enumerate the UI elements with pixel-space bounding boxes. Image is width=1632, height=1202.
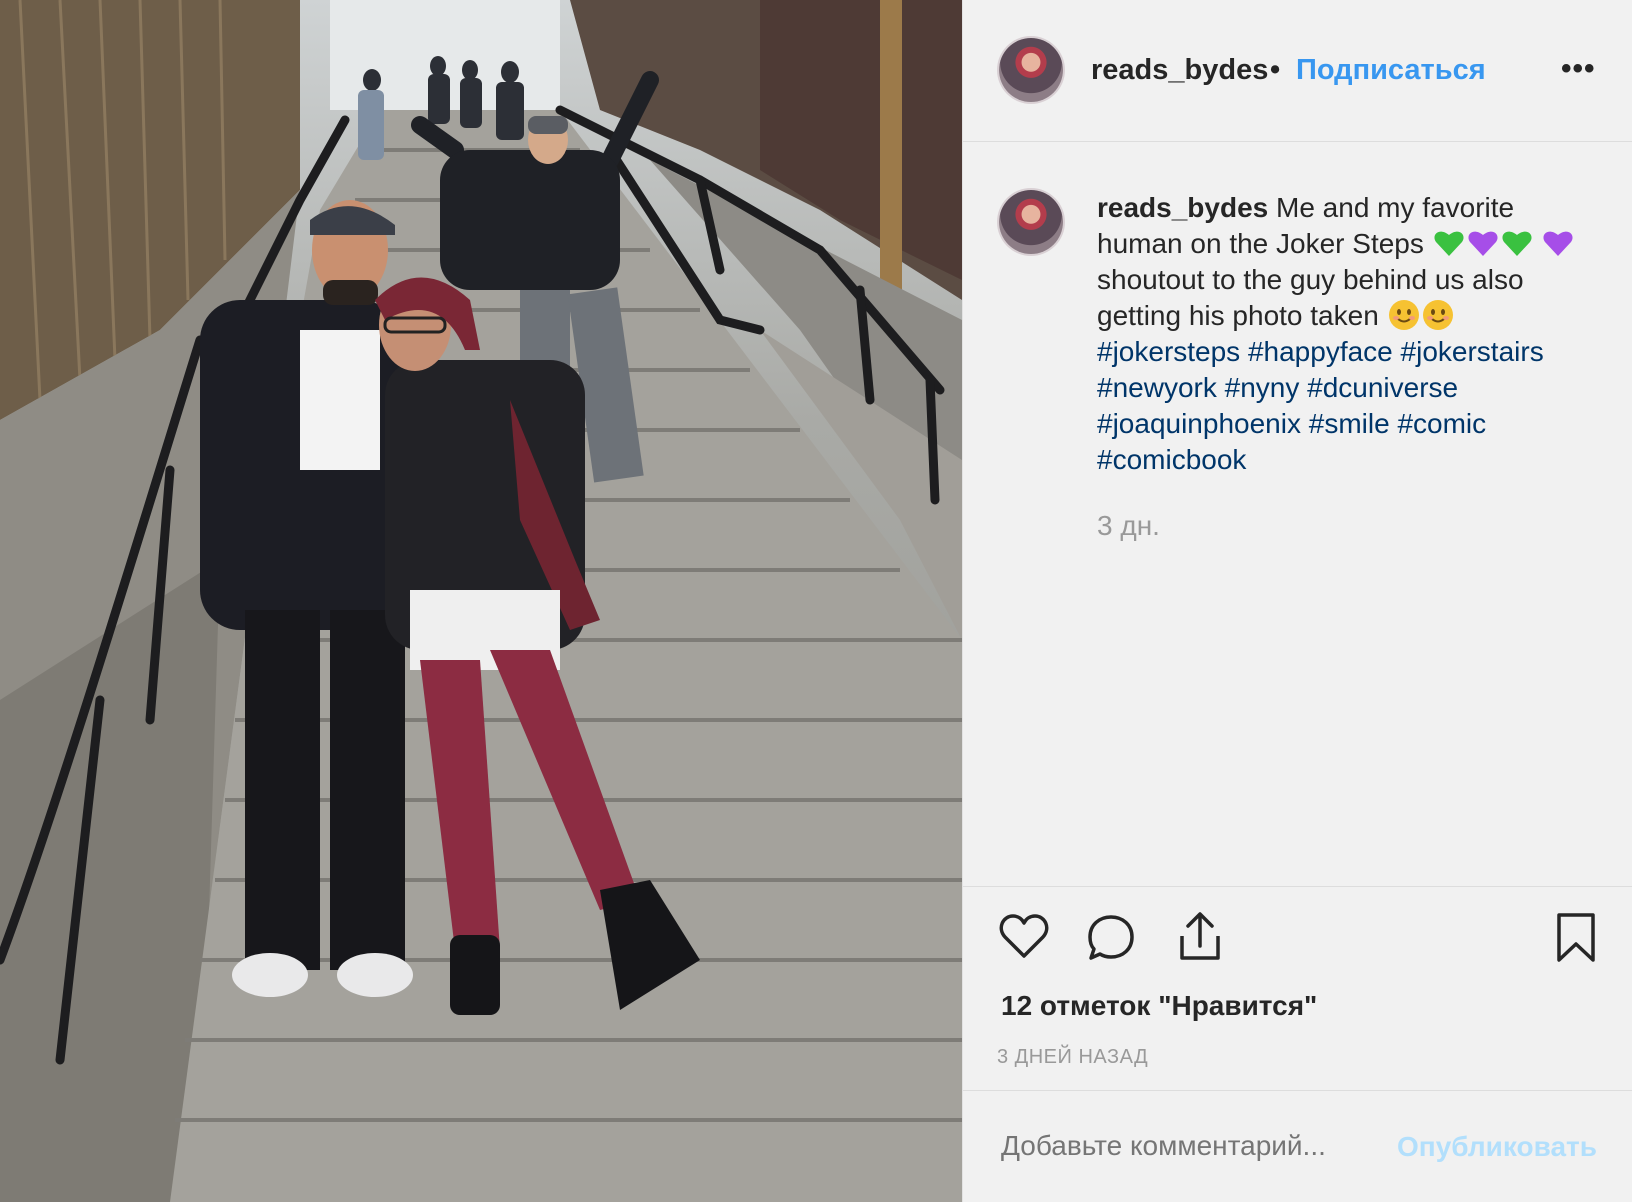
comment-input[interactable]	[1001, 1130, 1381, 1162]
divider	[963, 1090, 1632, 1091]
hashtag-link[interactable]: #jokerstairs	[1401, 336, 1544, 367]
smiling-face-icon	[1422, 300, 1453, 330]
comment-icon[interactable]	[1087, 914, 1135, 962]
heart-icon[interactable]	[999, 914, 1049, 960]
follow-button[interactable]: Подписаться	[1296, 54, 1486, 87]
posted-ago[interactable]: 3 ДНЕЙ НАЗАД	[997, 1046, 1148, 1069]
divider	[963, 886, 1632, 887]
hashtag-link[interactable]: #comic	[1397, 408, 1486, 439]
hashtag-link[interactable]: #smile	[1309, 408, 1390, 439]
caption-username[interactable]: reads_bydes	[1097, 192, 1268, 223]
post-dialog: reads_bydes • Подписаться ••• reads_byde…	[0, 0, 1632, 1202]
post-caption: reads_bydes Me and my favorite human on …	[1097, 190, 1597, 478]
photo-illustration	[0, 0, 962, 1202]
hashtag-link[interactable]: #comicbook	[1097, 444, 1246, 475]
avatar[interactable]	[999, 38, 1063, 102]
post-header: reads_bydes • Подписаться •••	[963, 0, 1632, 142]
caption-text-2: shoutout to the guy behind us also getti…	[1097, 264, 1524, 331]
more-options-icon[interactable]: •••	[1561, 52, 1596, 86]
green-heart-icon	[1434, 231, 1464, 256]
hashtag-link[interactable]: #newyork	[1097, 372, 1217, 403]
green-heart-icon	[1502, 231, 1532, 256]
post-side-panel: reads_bydes • Подписаться ••• reads_byde…	[962, 0, 1632, 1202]
hashtag-link[interactable]: #jokersteps	[1097, 336, 1240, 367]
hashtag-link[interactable]: #joaquinphoenix	[1097, 408, 1301, 439]
caption-avatar[interactable]	[999, 190, 1063, 254]
publish-button[interactable]: Опубликовать	[1397, 1131, 1597, 1163]
hashtag-link[interactable]: #dcuniverse	[1307, 372, 1458, 403]
caption-timestamp[interactable]: 3 дн.	[1097, 510, 1160, 542]
purple-heart-icon	[1543, 231, 1573, 256]
likes-count[interactable]: 12 отметок "Нравится"	[1001, 990, 1317, 1022]
post-photo[interactable]	[0, 0, 962, 1202]
smiling-face-icon	[1388, 300, 1419, 330]
separator-dot: •	[1270, 54, 1281, 86]
author-username[interactable]: reads_bydes	[1091, 54, 1268, 87]
share-icon[interactable]	[1177, 910, 1223, 962]
hashtag-link[interactable]: #nyny	[1225, 372, 1300, 403]
bookmark-icon[interactable]	[1555, 912, 1597, 964]
purple-heart-icon	[1468, 231, 1498, 256]
hashtag-link[interactable]: #happyface	[1248, 336, 1393, 367]
